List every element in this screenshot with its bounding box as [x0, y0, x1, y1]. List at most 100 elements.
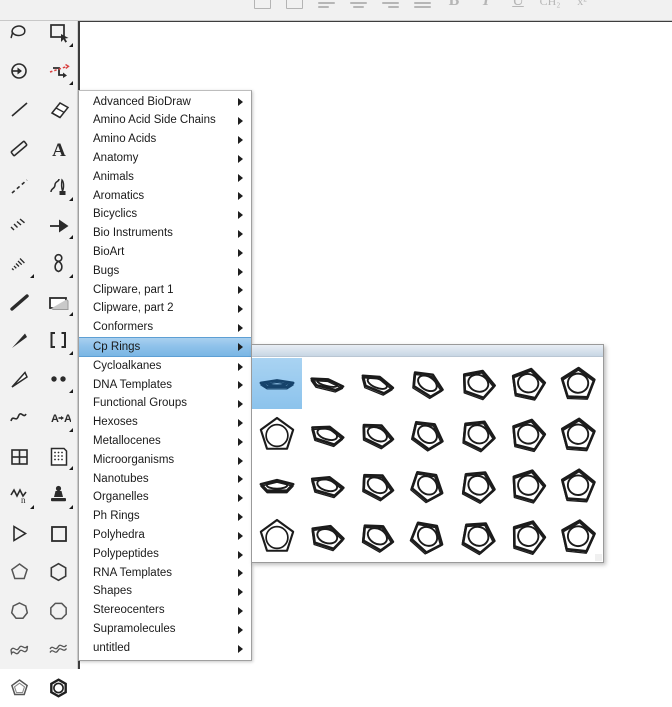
cp-ring-b1[interactable]: [302, 409, 352, 460]
menu-item-amino-acid-side-chains[interactable]: Amino Acid Side Chains: [79, 112, 251, 131]
solid-bond-tool[interactable]: [0, 91, 39, 130]
multiple-bond-tool[interactable]: [0, 130, 39, 169]
cp-ring-b0[interactable]: [252, 409, 302, 460]
template-palette-tool[interactable]: [39, 438, 78, 477]
menu-item-clipware-part-1[interactable]: Clipware, part 1: [79, 281, 251, 300]
menu-item-microorganisms[interactable]: Microorganisms: [79, 451, 251, 470]
hexagon-tool[interactable]: [39, 553, 78, 592]
submenu-corner-indicator[interactable]: [30, 505, 34, 509]
menu-item-cp-rings[interactable]: Cp Rings: [79, 337, 251, 357]
cp-ring-a2[interactable]: [352, 358, 402, 409]
stamp-tool[interactable]: [39, 476, 78, 515]
menu-item-stereocenters[interactable]: Stereocenters: [79, 602, 251, 621]
cp-ring-a6[interactable]: [553, 358, 603, 409]
menu-item-anatomy[interactable]: Anatomy: [79, 149, 251, 168]
superscript-button[interactable]: x²: [570, 0, 594, 13]
cp-ring-c3[interactable]: [402, 460, 452, 511]
align-left-button[interactable]: [314, 0, 338, 13]
submenu-corner-indicator[interactable]: [69, 274, 73, 278]
menu-item-functional-groups[interactable]: Functional Groups: [79, 395, 251, 414]
menu-item-supramolecules[interactable]: Supramolecules: [79, 620, 251, 639]
align-justify-button[interactable]: [410, 0, 434, 13]
submenu-corner-indicator[interactable]: [69, 505, 73, 509]
menu-item-aromatics[interactable]: Aromatics: [79, 187, 251, 206]
submenu-corner-indicator[interactable]: [69, 197, 73, 201]
square-tool[interactable]: [39, 515, 78, 554]
cp-rings-template-palette[interactable]: [251, 344, 604, 563]
hashed-wedge-bond-tool[interactable]: [0, 245, 39, 284]
dashed-bond-tool[interactable]: [0, 168, 39, 207]
cp-ring-c2[interactable]: [352, 460, 402, 511]
cp-ring-b3[interactable]: [402, 409, 452, 460]
cp-ring-c5[interactable]: [503, 460, 553, 511]
menu-item-shapes[interactable]: Shapes: [79, 583, 251, 602]
cp-palette-titlebar[interactable]: [252, 345, 603, 357]
cp-ring-d3[interactable]: [402, 511, 452, 562]
cp-ring-a1[interactable]: [302, 358, 352, 409]
chain-tool[interactable]: n: [0, 476, 39, 515]
bold-bond-tool[interactable]: [0, 284, 39, 323]
text-box-tool[interactable]: [250, 0, 274, 13]
text-box-tool-2[interactable]: [282, 0, 306, 13]
brackets-tool[interactable]: [39, 322, 78, 361]
cp-ring-c1[interactable]: [302, 460, 352, 511]
submenu-corner-indicator[interactable]: [69, 312, 73, 316]
menu-item-advanced-biodraw[interactable]: Advanced BioDraw: [79, 93, 251, 112]
cp-ring-a3[interactable]: [402, 358, 452, 409]
octagon-tool[interactable]: [39, 592, 78, 631]
submenu-corner-indicator[interactable]: [69, 428, 73, 432]
cp-ring-d4[interactable]: [453, 511, 503, 562]
submenu-corner-indicator[interactable]: [30, 274, 34, 278]
hashed-bond-tool[interactable]: [0, 207, 39, 246]
arrow-vector-tool[interactable]: [39, 207, 78, 246]
cp-ring-b2[interactable]: [352, 409, 402, 460]
benzene-tool[interactable]: [39, 669, 78, 707]
menu-item-hexoses[interactable]: Hexoses: [79, 414, 251, 433]
templates-menu[interactable]: Advanced BioDrawAmino Acid Side ChainsAm…: [78, 90, 252, 661]
menu-item-rna-templates[interactable]: RNA Templates: [79, 564, 251, 583]
cp-ring-d0[interactable]: [252, 511, 302, 562]
resize-grip[interactable]: [595, 554, 602, 561]
orbital-tool[interactable]: [39, 245, 78, 284]
wavy-bond-tool[interactable]: [0, 399, 39, 438]
arrow-tool[interactable]: [0, 515, 39, 554]
menu-item-clipware-part-2[interactable]: Clipware, part 2: [79, 300, 251, 319]
hollow-wedge-bond-tool[interactable]: [0, 361, 39, 400]
submenu-corner-indicator[interactable]: [69, 351, 73, 355]
cp-ring-a5[interactable]: [503, 358, 553, 409]
eraser-tool[interactable]: [39, 91, 78, 130]
cp-ring-b4[interactable]: [453, 409, 503, 460]
menu-item-cycloalkanes[interactable]: Cycloalkanes: [79, 357, 251, 376]
menu-item-polyhedra[interactable]: Polyhedra: [79, 526, 251, 545]
menu-item-bugs[interactable]: Bugs: [79, 262, 251, 281]
bold-button[interactable]: B: [442, 0, 466, 13]
menu-item-metallocenes[interactable]: Metallocenes: [79, 432, 251, 451]
ribbon-flat-tool[interactable]: [39, 630, 78, 669]
cp-ring-c0[interactable]: [252, 460, 302, 511]
menu-item-untitled[interactable]: untitled: [79, 639, 251, 658]
wedged-bond-tool[interactable]: [0, 322, 39, 361]
submenu-corner-indicator[interactable]: [69, 43, 73, 47]
cp-ring-b5[interactable]: [503, 409, 553, 460]
menu-item-amino-acids[interactable]: Amino Acids: [79, 131, 251, 150]
menu-item-bio-instruments[interactable]: Bio Instruments: [79, 225, 251, 244]
submenu-corner-indicator[interactable]: [69, 466, 73, 470]
bond-rotate-tool[interactable]: [39, 53, 78, 92]
cp-ring-b6[interactable]: [553, 409, 603, 460]
menu-item-conformers[interactable]: Conformers: [79, 319, 251, 338]
underline-button[interactable]: U: [506, 0, 530, 13]
cp-ring-d2[interactable]: [352, 511, 402, 562]
structure-perspective-tool[interactable]: [0, 53, 39, 92]
menu-item-nanotubes[interactable]: Nanotubes: [79, 470, 251, 489]
cp-ring-d1[interactable]: [302, 511, 352, 562]
cp-ring-d5[interactable]: [503, 511, 553, 562]
atom-label-tool[interactable]: AA: [39, 399, 78, 438]
submenu-corner-indicator[interactable]: [69, 235, 73, 239]
menu-item-polypeptides[interactable]: Polypeptides: [79, 545, 251, 564]
submenu-corner-indicator[interactable]: [69, 81, 73, 85]
submenu-corner-indicator[interactable]: [69, 389, 73, 393]
text-tool[interactable]: A: [39, 130, 78, 169]
pentagon-tool[interactable]: [0, 553, 39, 592]
cp-ring-c6[interactable]: [553, 460, 603, 511]
cp-ring-0deg[interactable]: [252, 358, 302, 409]
